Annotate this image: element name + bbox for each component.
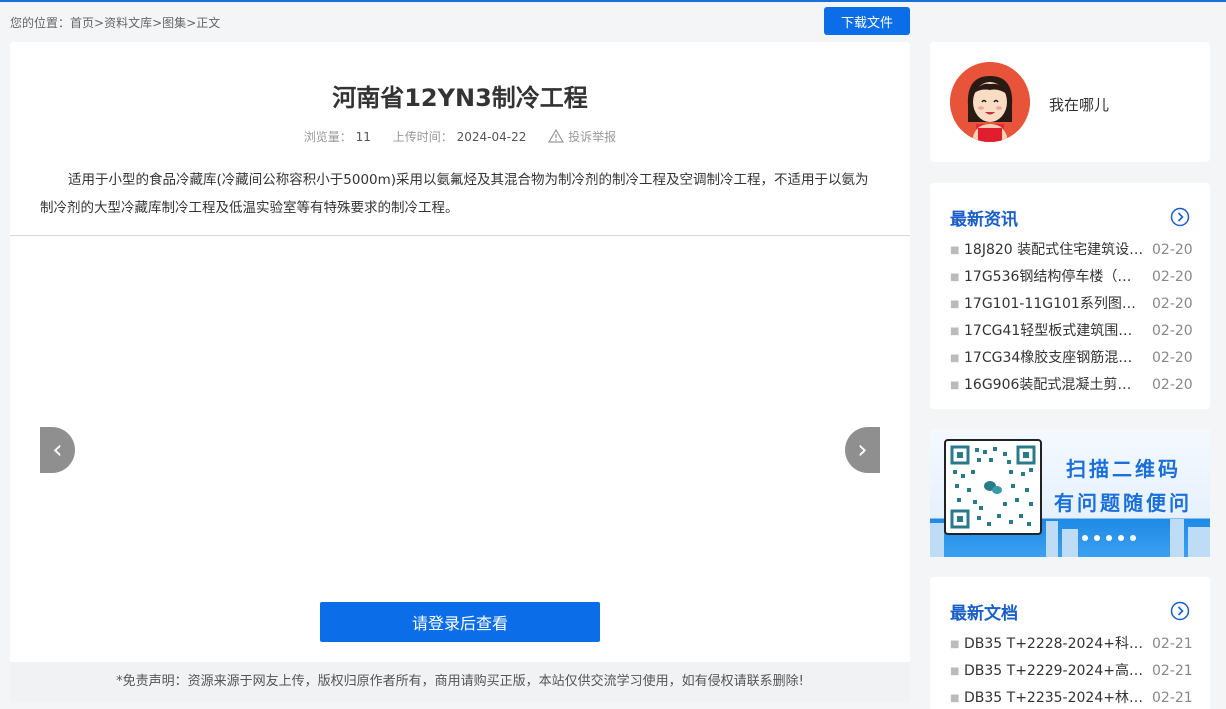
news-title: 17G536钢结构停车楼（坡道式） bbox=[964, 269, 1144, 285]
news-date: 02-20 bbox=[1152, 269, 1193, 285]
qr-code-banner[interactable]: 扫描二维码 有问题随便问 bbox=[930, 429, 1210, 557]
breadcrumb-current: 正文 bbox=[196, 16, 221, 30]
document-description: 适用于小型的食品冷藏库(冷藏间公称容积小于5000m)采用以氨氟烃及其混合物为制… bbox=[40, 172, 869, 216]
doc-date: 02-21 bbox=[1152, 663, 1193, 679]
news-date: 02-20 bbox=[1152, 350, 1193, 366]
news-date: 02-20 bbox=[1152, 323, 1193, 339]
document-meta: 浏览量： 11 上传时间： 2024-04-22 投诉举报 bbox=[10, 128, 910, 145]
bullet-icon: ■ bbox=[950, 245, 960, 256]
document-panel: 河南省12YN3制冷工程 浏览量： 11 上传时间： 2024-04-22 投诉… bbox=[10, 42, 910, 702]
doc-date: 02-21 bbox=[1152, 636, 1193, 652]
doc-title: DB35 T+2229-2024+高标准农田建设 bbox=[964, 663, 1144, 679]
list-item[interactable]: ■ 17G101-11G101系列图集常见问题 02-20 bbox=[950, 291, 1202, 318]
news-title: 17CG34橡胶支座钢筋混凝土结构 bbox=[964, 350, 1144, 366]
news-date: 02-20 bbox=[1152, 296, 1193, 312]
chevron-left-icon: ‹ bbox=[52, 435, 63, 465]
avatar-girl-icon bbox=[950, 62, 1030, 142]
page-title: 河南省12YN3制冷工程 bbox=[332, 84, 588, 112]
news-date: 02-20 bbox=[1152, 242, 1193, 258]
city-skyline-icon bbox=[930, 519, 1210, 557]
qr-caption-line1: 扫描二维码 bbox=[1066, 457, 1181, 481]
breadcrumb-link-home[interactable]: 首页 bbox=[70, 16, 94, 30]
list-item[interactable]: ■ 17CG41轻型板式建筑围护构造 02-20 bbox=[950, 318, 1202, 345]
doc-title: DB35 T+2235-2024+林业技术规程 bbox=[964, 690, 1144, 706]
list-item[interactable]: ■ 17CG34橡胶支座钢筋混凝土结构 02-20 bbox=[950, 345, 1202, 372]
news-title: 17CG41轻型板式建筑围护构造 bbox=[964, 323, 1144, 339]
list-item[interactable]: ■ 18J820 装配式住宅建筑设计选型 02-20 bbox=[950, 237, 1202, 264]
prev-page-button[interactable]: ‹ bbox=[40, 427, 75, 473]
latest-news-card: 最新资讯 ■ 18J820 装配式住宅建筑设计选型 02-20 ■ 17G536钢结构… bbox=[930, 183, 1210, 409]
news-list: ■ 18J820 装配式住宅建筑设计选型 02-20 ■ 17G536钢结构停车楼（坡… bbox=[950, 237, 1202, 399]
upload-time-label: 上传时间： bbox=[392, 130, 453, 144]
avatar[interactable] bbox=[950, 62, 1030, 142]
upload-date: 2024-04-22 bbox=[456, 130, 527, 144]
chevron-right-circle-icon[interactable] bbox=[1170, 601, 1190, 621]
latest-docs-card: 最新文档 ■ DB35 T+2228-2024+科技成果评价 02-21 ■ DB35… bbox=[930, 577, 1210, 709]
latest-docs-title: 最新文档 bbox=[950, 604, 1018, 624]
login-to-view-button[interactable]: 请登录后查看 bbox=[320, 602, 600, 642]
list-item[interactable]: ■ 17G536钢结构停车楼（坡道式） 02-20 bbox=[950, 264, 1202, 291]
bullet-icon: ■ bbox=[950, 272, 960, 283]
breadcrumb-separator: > bbox=[152, 16, 163, 30]
download-file-button[interactable]: 下载文件 bbox=[824, 7, 910, 35]
chevron-right-icon: › bbox=[857, 435, 868, 465]
docs-list: ■ DB35 T+2228-2024+科技成果评价 02-21 ■ DB35 T+22… bbox=[950, 631, 1202, 709]
list-item[interactable]: ■ DB35 T+2235-2024+林业技术规程 02-21 bbox=[950, 685, 1202, 709]
bullet-icon: ■ bbox=[950, 666, 960, 677]
news-title: 18J820 装配式住宅建筑设计选型 bbox=[964, 242, 1144, 258]
views-label: 浏览量： bbox=[303, 130, 352, 144]
list-item[interactable]: ■ DB35 T+2229-2024+高标准农田建设 02-21 bbox=[950, 658, 1202, 685]
bullet-icon: ■ bbox=[950, 299, 960, 310]
divider bbox=[10, 235, 910, 236]
bullet-icon: ■ bbox=[950, 639, 960, 650]
report-label: 投诉举报 bbox=[568, 130, 617, 144]
list-item[interactable]: ■ DB35 T+2228-2024+科技成果评价 02-21 bbox=[950, 631, 1202, 658]
breadcrumb-separator: > bbox=[186, 16, 197, 30]
bullet-icon: ■ bbox=[950, 326, 960, 337]
chevron-right-circle-icon[interactable] bbox=[1170, 207, 1190, 227]
qr-caption-line2: 有问题随便问 bbox=[1054, 491, 1192, 515]
profile-card: 我在哪儿 bbox=[930, 42, 1210, 162]
profile-name[interactable]: 我在哪儿 bbox=[1049, 94, 1109, 115]
report-link[interactable]: 投诉举报 bbox=[548, 129, 617, 144]
news-title: 17G101-11G101系列图集常见问题 bbox=[964, 296, 1144, 312]
breadcrumb-link-atlas[interactable]: 图集 bbox=[162, 16, 186, 30]
doc-title: DB35 T+2228-2024+科技成果评价 bbox=[964, 636, 1144, 652]
news-title: 16G906装配式混凝土剪力墙结构 bbox=[964, 377, 1144, 393]
breadcrumb: 您的位置：首页>资料文库>图集>正文 bbox=[10, 14, 220, 31]
breadcrumb-prefix: 您的位置： bbox=[10, 16, 71, 30]
next-page-button[interactable]: › bbox=[845, 427, 880, 473]
warning-icon bbox=[548, 129, 565, 143]
disclaimer: *免责声明：资源来源于网友上传，版权归原作者所有，商用请购买正版，本站仅供交流学… bbox=[10, 662, 910, 702]
bullet-icon: ■ bbox=[950, 353, 960, 364]
breadcrumb-link-library[interactable]: 资料文库 bbox=[104, 16, 152, 30]
list-item[interactable]: ■ 16G906装配式混凝土剪力墙结构 02-20 bbox=[950, 372, 1202, 399]
breadcrumb-separator: > bbox=[94, 16, 105, 30]
latest-news-title: 最新资讯 bbox=[950, 210, 1018, 230]
views-count: 11 bbox=[355, 130, 371, 144]
doc-date: 02-21 bbox=[1152, 690, 1193, 706]
news-date: 02-20 bbox=[1152, 377, 1193, 393]
bullet-icon: ■ bbox=[950, 693, 960, 704]
bullet-icon: ■ bbox=[950, 380, 960, 391]
